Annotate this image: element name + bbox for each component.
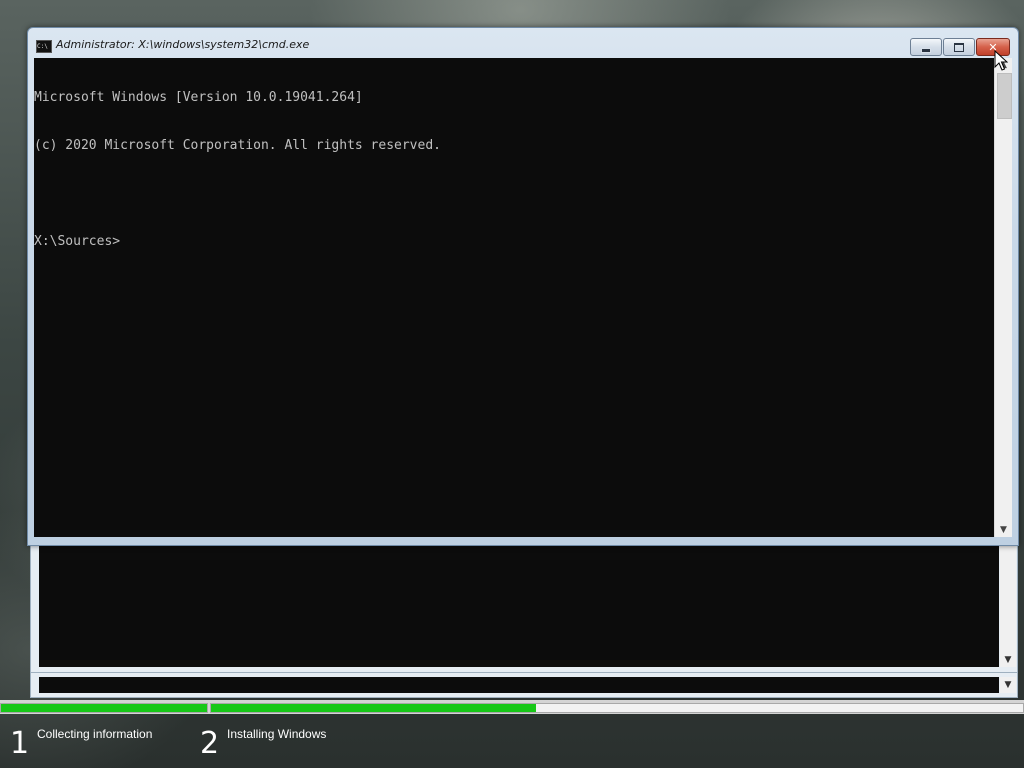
cmd-icon: C:\ (36, 40, 52, 53)
console-line: (c) 2020 Microsoft Corporation. All righ… (34, 138, 441, 153)
console-line: Microsoft Windows [Version 10.0.19041.26… (34, 90, 363, 105)
chevron-down-icon[interactable]: ▼ (995, 523, 1012, 537)
step-number: 1 (10, 726, 30, 761)
command-prompt[interactable]: X:\Sources> (34, 234, 994, 250)
chevron-down-icon[interactable]: ▼ (1002, 680, 1014, 690)
chevron-down-icon[interactable]: ▼ (1002, 655, 1014, 665)
vertical-scrollbar[interactable]: ▲ ▼ (994, 58, 1012, 537)
setup-input-scrollbar[interactable]: ▼ (1000, 677, 1016, 693)
mouse-pointer-icon (994, 50, 1008, 71)
minimize-icon (921, 47, 931, 53)
cmd-window[interactable]: C:\ Administrator: X:\windows\system32\c… (27, 27, 1019, 546)
console-output[interactable]: Microsoft Windows [Version 10.0.19041.26… (34, 58, 994, 537)
scrollbar-thumb[interactable] (997, 73, 1012, 119)
window-title: Administrator: X:\windows\system32\cmd.e… (56, 38, 310, 51)
maximize-icon (954, 42, 964, 52)
step-label: Collecting information (37, 727, 153, 741)
maximize-button[interactable] (943, 38, 975, 56)
setup-progress-bar (0, 700, 1024, 714)
setup-input-window: ▼ (30, 672, 1018, 698)
progress-segment-collecting (0, 703, 208, 713)
setup-input-area (39, 677, 999, 693)
progress-fill (211, 704, 536, 712)
setup-log-window: ▼ (30, 536, 1018, 674)
titlebar[interactable]: C:\ Administrator: X:\windows\system32\c… (28, 28, 1018, 58)
progress-fill (1, 704, 207, 712)
minimize-button[interactable] (910, 38, 942, 56)
step-number: 2 (200, 726, 220, 761)
progress-segment-installing (210, 703, 1024, 713)
setup-log-scrollbar[interactable]: ▼ (1000, 543, 1016, 667)
setup-log-area (39, 543, 999, 667)
step-label: Installing Windows (227, 727, 327, 741)
